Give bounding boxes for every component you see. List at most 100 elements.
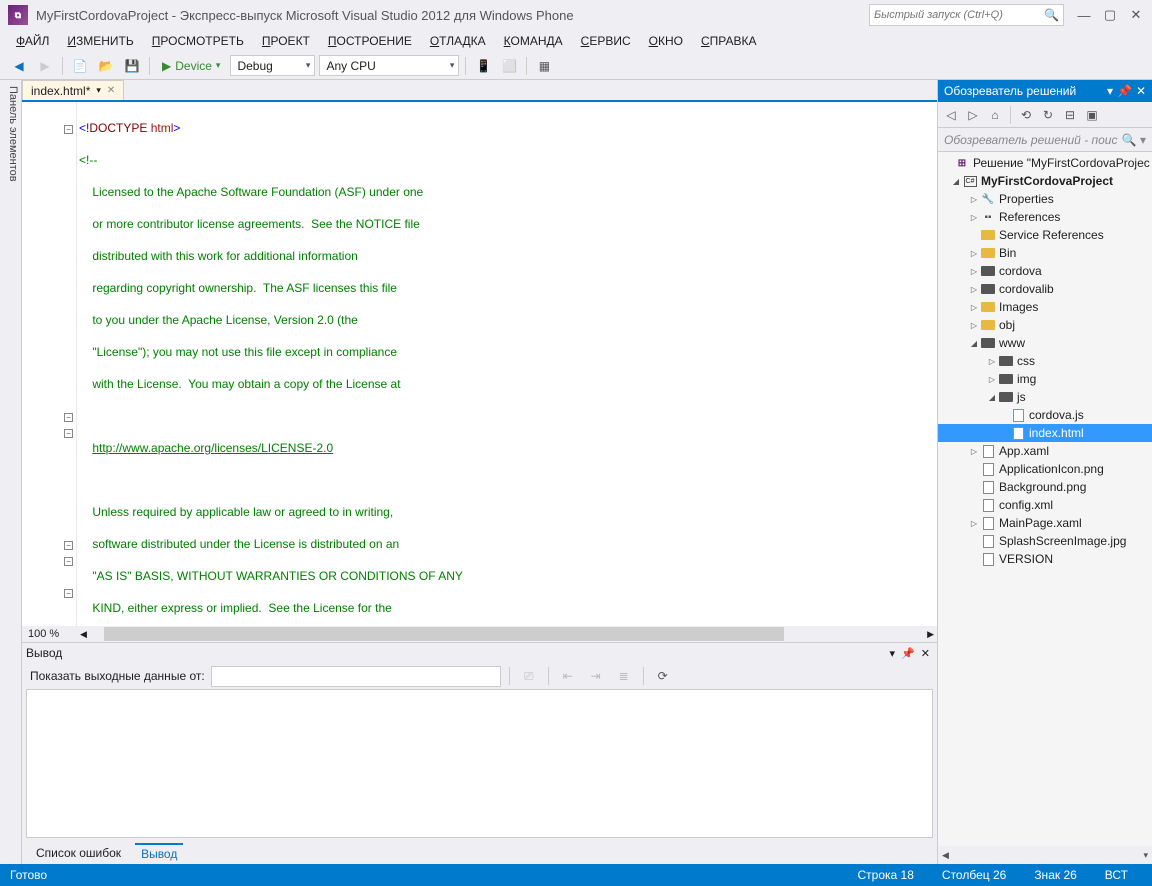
output-close-icon[interactable]: ✕ xyxy=(921,647,930,660)
start-debug-button[interactable]: ▶ Device ▾ xyxy=(156,59,226,73)
menu-view[interactable]: ПРОСМОТРЕТЬ xyxy=(144,32,252,50)
menu-file[interactable]: ФАЙЛ xyxy=(8,32,57,50)
output-outdent-icon[interactable]: ⇥ xyxy=(585,665,607,687)
toolbox-tab[interactable]: Панель элементов xyxy=(0,80,22,864)
grid-icon[interactable]: ▦ xyxy=(533,55,555,77)
output-source-combo[interactable] xyxy=(211,666,501,687)
zoom-level[interactable]: 100 % xyxy=(22,628,77,640)
phone-icon[interactable]: 📱 xyxy=(472,55,494,77)
doc-tab-close-icon[interactable]: ✕ xyxy=(107,85,115,96)
tree-mainpage[interactable]: MainPage.xaml xyxy=(938,514,1152,532)
menu-window[interactable]: ОКНО xyxy=(641,32,691,50)
tree-project[interactable]: C#MyFirstCordovaProject xyxy=(938,172,1152,190)
tab-output[interactable]: Вывод xyxy=(135,843,183,863)
tree-references[interactable]: ▪▪References xyxy=(938,208,1152,226)
output-header: Вывод ▾ 📌 ✕ xyxy=(22,643,937,663)
se-close-icon[interactable]: ✕ xyxy=(1136,84,1146,98)
quick-launch-input[interactable] xyxy=(874,9,1044,21)
main-toolbar: ◀ ▶ 📄 📂 💾 ▶ Device ▾ Debug Any CPU 📱 ⬜ ▦ xyxy=(0,52,1152,80)
menu-build[interactable]: ПОСТРОЕНИЕ xyxy=(320,32,420,50)
output-dropdown-icon[interactable]: ▾ xyxy=(890,647,896,660)
se-title: Обозреватель решений xyxy=(944,84,1076,98)
tree-splash[interactable]: SplashScreenImage.jpg xyxy=(938,532,1152,550)
se-sync-icon[interactable]: ⟲ xyxy=(1017,106,1035,124)
output-body[interactable] xyxy=(26,689,933,838)
se-forward-icon[interactable]: ▷ xyxy=(964,106,982,124)
close-button[interactable]: ✕ xyxy=(1124,5,1148,25)
maximize-button[interactable]: ▢ xyxy=(1098,5,1122,25)
se-back-icon[interactable]: ◁ xyxy=(942,106,960,124)
se-search-box[interactable]: Обозреватель решений - поис 🔍 ▾ xyxy=(938,128,1152,152)
menu-help[interactable]: СПРАВКА xyxy=(693,32,765,50)
se-bottom-nav: ◀ ▾ xyxy=(938,846,1152,864)
menu-team[interactable]: КОМАНДА xyxy=(496,32,571,50)
tree-images[interactable]: Images xyxy=(938,298,1152,316)
se-properties-icon[interactable]: ▣ xyxy=(1083,106,1101,124)
tree-index-html[interactable]: index.html xyxy=(938,424,1152,442)
tree-obj[interactable]: obj xyxy=(938,316,1152,334)
tree-background[interactable]: Background.png xyxy=(938,478,1152,496)
nav-back-button[interactable]: ◀ xyxy=(8,55,30,77)
menu-debug[interactable]: ОТЛАДКА xyxy=(422,32,494,50)
title-bar: ⧉ MyFirstCordovaProject - Экспресс-выпус… xyxy=(0,0,1152,30)
se-refresh-icon[interactable]: ↻ xyxy=(1039,106,1057,124)
status-col: Столбец 26 xyxy=(942,868,1006,882)
tree-img[interactable]: img xyxy=(938,370,1152,388)
tree-service-refs[interactable]: Service References xyxy=(938,226,1152,244)
status-ins: ВСТ xyxy=(1105,868,1128,882)
open-icon[interactable]: 📂 xyxy=(95,55,117,77)
solution-explorer: Обозреватель решений ▾ 📌 ✕ ◁ ▷ ⌂ ⟲ ↻ ⊟ ▣… xyxy=(937,80,1152,864)
tab-error-list[interactable]: Список ошибок xyxy=(30,844,127,862)
hscroll-thumb[interactable] xyxy=(104,627,784,641)
tree-app-icon[interactable]: ApplicationIcon.png xyxy=(938,460,1152,478)
output-pin-icon[interactable]: 📌 xyxy=(901,647,915,660)
menu-project[interactable]: ПРОЕКТ xyxy=(254,32,318,50)
main-area: Панель элементов index.html* ▾ ✕ − − − xyxy=(0,80,1152,864)
editor-area: index.html* ▾ ✕ − − − − − − xyxy=(22,80,937,864)
se-dropdown-icon[interactable]: ▾ xyxy=(1107,84,1113,98)
tree-config-xml[interactable]: config.xml xyxy=(938,496,1152,514)
editor-hscroll[interactable]: 100 % ◀ ▶ xyxy=(22,626,937,642)
search-icon[interactable]: 🔍 xyxy=(1044,8,1059,22)
output-wrap-icon[interactable]: ≣ xyxy=(613,665,635,687)
tree-properties[interactable]: 🔧Properties xyxy=(938,190,1152,208)
code-content[interactable]: <!DOCTYPE html> <!-- Licensed to the Apa… xyxy=(77,102,937,626)
output-toggle-icon[interactable]: ⟳ xyxy=(652,665,674,687)
menu-edit[interactable]: ИЗМЕНИТЬ xyxy=(59,32,141,50)
tree-solution[interactable]: ⊞Решение "MyFirstCordovaProjec xyxy=(938,154,1152,172)
save-all-icon[interactable]: 💾 xyxy=(121,55,143,77)
output-indent-icon[interactable]: ⇤ xyxy=(557,665,579,687)
code-editor[interactable]: − − − − − − <!DOCTYPE html> <!-- License… xyxy=(22,102,937,626)
bottom-tab-bar: Список ошибок Вывод xyxy=(22,842,937,864)
config-combo[interactable]: Debug xyxy=(230,55,315,76)
menu-tools[interactable]: СЕРВИС xyxy=(573,32,639,50)
se-nav-left-icon[interactable]: ◀ xyxy=(942,850,949,861)
tree-bin[interactable]: Bin xyxy=(938,244,1152,262)
tree-css[interactable]: css xyxy=(938,352,1152,370)
se-tree[interactable]: ⊞Решение "MyFirstCordovaProjec C#MyFirst… xyxy=(938,152,1152,846)
platform-combo[interactable]: Any CPU xyxy=(319,55,459,76)
tree-cordovalib[interactable]: cordovalib xyxy=(938,280,1152,298)
doc-tab-dropdown-icon[interactable]: ▾ xyxy=(96,85,101,96)
doc-tab-label: index.html* xyxy=(31,84,90,98)
minimize-button[interactable]: — xyxy=(1072,5,1096,25)
new-project-icon[interactable]: 📄 xyxy=(69,55,91,77)
tree-www[interactable]: www xyxy=(938,334,1152,352)
search-icon[interactable]: 🔍 ▾ xyxy=(1122,133,1146,147)
tree-app-xaml[interactable]: App.xaml xyxy=(938,442,1152,460)
deploy-icon[interactable]: ⬜ xyxy=(498,55,520,77)
output-clear-icon[interactable]: ⎚ xyxy=(518,665,540,687)
tree-cordova-js[interactable]: cordova.js xyxy=(938,406,1152,424)
doc-tab-index[interactable]: index.html* ▾ ✕ xyxy=(22,80,124,100)
se-pin-icon[interactable]: 📌 xyxy=(1117,84,1132,98)
tree-version[interactable]: VERSION xyxy=(938,550,1152,568)
nav-forward-button[interactable]: ▶ xyxy=(34,55,56,77)
tree-js[interactable]: js xyxy=(938,388,1152,406)
se-nav-down-icon[interactable]: ▾ xyxy=(1143,850,1148,861)
tree-cordova[interactable]: cordova xyxy=(938,262,1152,280)
quick-launch-box[interactable]: 🔍 xyxy=(869,4,1064,26)
se-home-icon[interactable]: ⌂ xyxy=(986,106,1004,124)
vs-logo-icon: ⧉ xyxy=(8,5,28,25)
se-collapse-icon[interactable]: ⊟ xyxy=(1061,106,1079,124)
se-toolbar: ◁ ▷ ⌂ ⟲ ↻ ⊟ ▣ xyxy=(938,102,1152,128)
